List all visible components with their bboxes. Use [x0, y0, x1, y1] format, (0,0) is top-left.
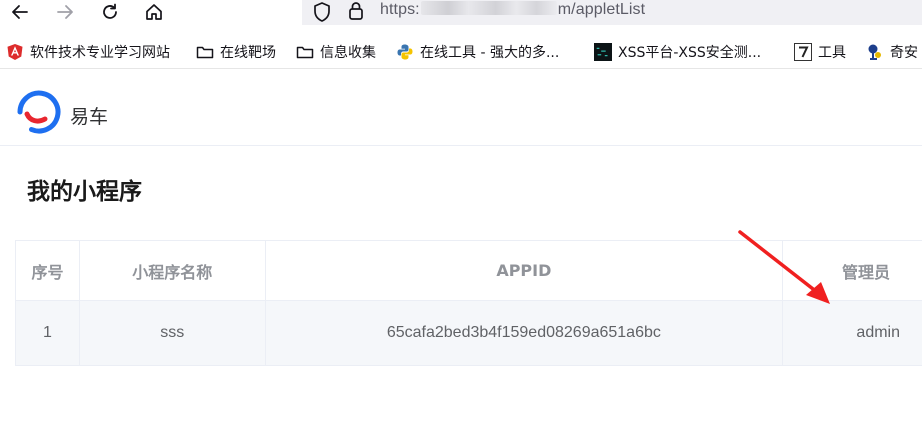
bookmark-item[interactable]: 工具: [794, 41, 846, 63]
arrow-right-icon: [57, 5, 73, 19]
bookmark-item[interactable]: XSS平台-XSS安全测...: [594, 41, 761, 63]
browser-toolbar: https: m/appletList: [0, 0, 922, 27]
reload-button[interactable]: [96, 0, 124, 24]
yiche-logo[interactable]: [14, 90, 64, 138]
python-icon: [396, 43, 414, 61]
folder-icon: [196, 43, 214, 61]
folder-icon: [296, 43, 314, 61]
bookmark-label: 信息收集: [320, 45, 376, 61]
back-button[interactable]: [6, 0, 34, 24]
forward-button[interactable]: [51, 0, 79, 24]
home-icon: [146, 4, 162, 20]
column-header-admin: 管理员: [782, 240, 922, 301]
lock-icon[interactable]: [346, 0, 366, 22]
column-header-appid: APPID: [264, 240, 784, 301]
bookmark-label: 工具: [818, 45, 846, 61]
cell-admin: admin: [782, 300, 922, 366]
terminal-icon: [594, 43, 612, 61]
table-row[interactable]: 1 sss 65cafa2bed3b4f159ed08269a651a6bc a…: [15, 300, 922, 366]
cell-index: 1: [15, 300, 80, 366]
bookmark-item[interactable]: 信息收集: [296, 41, 376, 63]
bookmarks-bar: 软件技术专业学习网站 在线靶场 信息收集 在线工具 - 强大的多... XSS平…: [0, 36, 922, 69]
bookmark-label: 在线工具 - 强大的多...: [420, 45, 560, 61]
bookmark-item[interactable]: 在线靶场: [196, 41, 276, 63]
bookmark-label: 软件技术专业学习网站: [30, 45, 170, 61]
shield-icon[interactable]: [312, 1, 332, 23]
url-text: https: m/appletList: [380, 1, 645, 19]
cell-name: sss: [78, 300, 266, 366]
address-bar[interactable]: https: m/appletList: [302, 0, 922, 25]
bookmark-label: 在线靶场: [220, 45, 276, 61]
url-redacted-host: [420, 1, 557, 15]
url-path: m/appletList: [557, 1, 646, 18]
app-header: 易车: [0, 70, 922, 146]
page-title: 我的小程序: [27, 179, 142, 205]
bookmark-item[interactable]: 在线工具 - 强大的多...: [396, 41, 559, 63]
reload-icon: [103, 3, 117, 19]
home-button[interactable]: [140, 0, 168, 24]
arrow-left-icon: [12, 5, 28, 19]
applet-table: 序号 小程序名称 APPID 管理员 1 sss 65cafa2bed3b4f1…: [15, 240, 922, 366]
bookmark-label: 奇安: [890, 45, 918, 61]
bookmark-item[interactable]: 软件技术专业学习网站: [6, 41, 170, 63]
column-header-index: 序号: [15, 240, 80, 301]
bookmark-item[interactable]: 奇安: [866, 41, 918, 63]
bookmark-label: XSS平台-XSS安全测...: [618, 45, 762, 61]
seven-icon: [794, 43, 812, 61]
qianxin-icon: [866, 43, 884, 61]
angular-icon: [6, 43, 24, 61]
url-scheme: https:: [380, 1, 420, 18]
column-header-name: 小程序名称: [78, 240, 266, 301]
brand-name: 易车: [70, 106, 109, 128]
cell-appid: 65cafa2bed3b4f159ed08269a651a6bc: [264, 300, 784, 366]
table-header-row: 序号 小程序名称 APPID 管理员: [15, 240, 922, 301]
yiche-logo-icon: [17, 90, 61, 134]
